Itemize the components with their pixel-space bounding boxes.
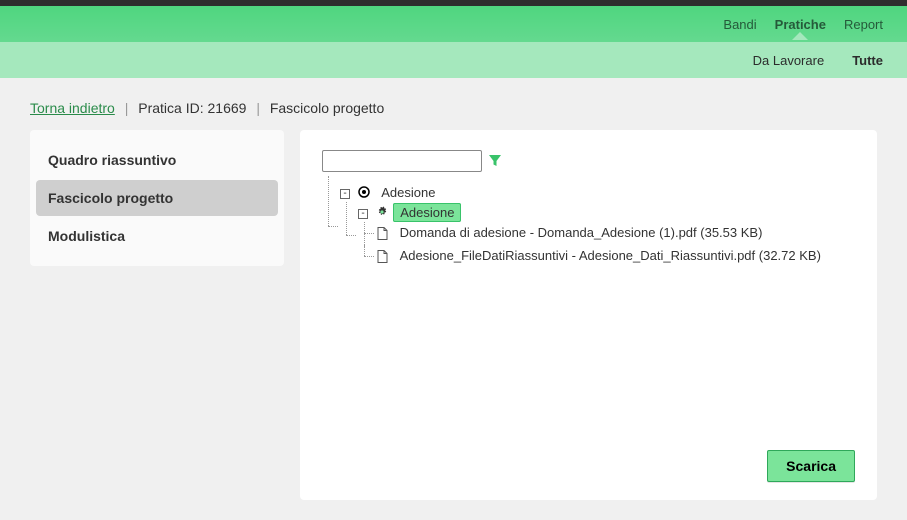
- search-input[interactable]: [322, 150, 482, 172]
- footer: Scarica: [322, 450, 855, 482]
- nav-report[interactable]: Report: [844, 17, 883, 32]
- layout: Quadro riassuntivo Fascicolo progetto Mo…: [0, 130, 907, 520]
- nav-bandi[interactable]: Bandi: [723, 17, 756, 32]
- sidebar-item-modulistica[interactable]: Modulistica: [30, 216, 284, 256]
- nav-pratiche[interactable]: Pratiche: [775, 17, 826, 32]
- breadcrumb-sep: |: [125, 100, 129, 116]
- tree-file-label[interactable]: Domanda di adesione - Domanda_Adesione (…: [394, 224, 769, 241]
- breadcrumb: Torna indietro | Pratica ID: 21669 | Fas…: [0, 78, 907, 130]
- tree-root[interactable]: - Adesione - Adesione: [322, 182, 855, 271]
- subnav-da-lavorare[interactable]: Da Lavorare: [753, 53, 825, 68]
- secondary-nav: Da Lavorare Tutte: [0, 42, 907, 78]
- download-button[interactable]: Scarica: [767, 450, 855, 482]
- breadcrumb-id: Pratica ID: 21669: [138, 100, 246, 116]
- tree-file[interactable]: Adesione_FileDatiRiassuntivi - Adesione_…: [358, 245, 855, 267]
- sidebar-item-fascicolo[interactable]: Fascicolo progetto: [36, 180, 278, 216]
- collapse-icon[interactable]: -: [358, 209, 368, 219]
- tree-folder[interactable]: - Adesione Domanda di adesione: [340, 202, 855, 269]
- radio-icon: [358, 185, 370, 203]
- tree-root-label[interactable]: Adesione: [375, 184, 441, 201]
- tree-folder-label[interactable]: Adesione: [393, 203, 461, 222]
- gear-icon: [376, 205, 388, 223]
- breadcrumb-back-link[interactable]: Torna indietro: [30, 100, 115, 116]
- tree-file[interactable]: Domanda di adesione - Domanda_Adesione (…: [358, 222, 855, 244]
- subnav-tutte[interactable]: Tutte: [852, 53, 883, 68]
- sidebar-item-quadro[interactable]: Quadro riassuntivo: [30, 140, 284, 180]
- file-icon: [376, 225, 388, 243]
- sidebar: Quadro riassuntivo Fascicolo progetto Mo…: [30, 130, 284, 266]
- filter-icon[interactable]: [488, 154, 502, 168]
- tree-file-label[interactable]: Adesione_FileDatiRiassuntivi - Adesione_…: [394, 247, 827, 264]
- primary-nav: Bandi Pratiche Report: [0, 6, 907, 42]
- main-panel: - Adesione - Adesione: [300, 130, 877, 500]
- file-tree: - Adesione - Adesione: [322, 182, 855, 271]
- breadcrumb-section: Fascicolo progetto: [270, 100, 384, 116]
- collapse-icon[interactable]: -: [340, 189, 350, 199]
- breadcrumb-sep: |: [256, 100, 260, 116]
- file-icon: [376, 248, 388, 266]
- search-row: [322, 150, 855, 172]
